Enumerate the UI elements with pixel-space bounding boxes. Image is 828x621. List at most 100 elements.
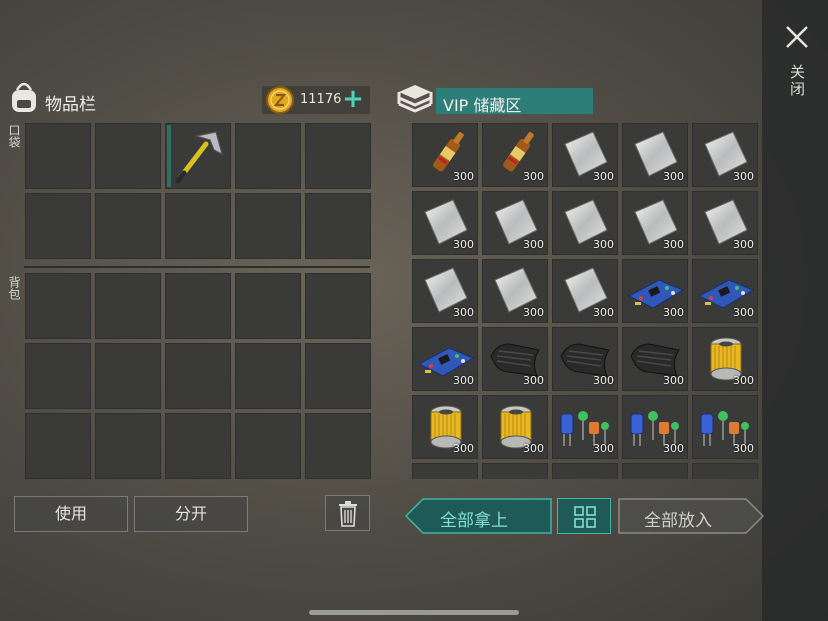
item-count: 300 — [593, 170, 614, 183]
pocket-slot[interactable] — [305, 123, 371, 189]
vip-slot[interactable]: 300 — [482, 123, 548, 187]
pocket-slot[interactable] — [235, 193, 301, 259]
vip-slot[interactable]: 300 — [552, 191, 618, 255]
backpack-slot[interactable] — [165, 413, 231, 479]
backpack-slot[interactable] — [25, 413, 91, 479]
backpack-slot[interactable] — [95, 413, 161, 479]
vip-slot[interactable]: 300 — [552, 395, 618, 459]
take-all-label[interactable]: 全部拿上 — [440, 506, 508, 531]
vip-slot[interactable]: 300 — [622, 327, 688, 391]
item-count: 300 — [663, 170, 684, 183]
pocket-slot[interactable] — [95, 123, 161, 189]
vip-slot[interactable]: 300 — [622, 259, 688, 323]
vip-slot[interactable]: 300 — [692, 123, 758, 187]
home-indicator — [309, 610, 519, 615]
vip-slot[interactable] — [622, 463, 688, 479]
vip-slot[interactable]: 300 — [482, 259, 548, 323]
item-count: 300 — [733, 238, 754, 251]
item-count: 300 — [593, 238, 614, 251]
item-count: 300 — [453, 238, 474, 251]
backpack-slot[interactable] — [165, 343, 231, 409]
sort-button[interactable] — [557, 498, 611, 534]
vip-slot[interactable] — [482, 463, 548, 479]
pocket-slot[interactable] — [25, 193, 91, 259]
item-count: 300 — [663, 306, 684, 319]
vip-slot[interactable]: 300 — [412, 395, 478, 459]
backpack-slot[interactable] — [25, 273, 91, 339]
item-count: 300 — [733, 306, 754, 319]
item-count: 300 — [523, 170, 544, 183]
backpack-icon — [12, 82, 36, 112]
backpack-slot[interactable] — [95, 343, 161, 409]
item-count: 300 — [663, 238, 684, 251]
backpack-slot[interactable] — [235, 343, 301, 409]
storage-stack-icon — [397, 85, 433, 113]
item-count: 300 — [593, 442, 614, 455]
vip-slot[interactable]: 300 — [692, 191, 758, 255]
item-count: 300 — [453, 306, 474, 319]
vip-slot[interactable]: 300 — [692, 259, 758, 323]
vip-slot[interactable] — [552, 463, 618, 479]
item-count: 300 — [453, 442, 474, 455]
vip-slot[interactable]: 300 — [482, 191, 548, 255]
pocket-grid — [25, 123, 371, 259]
vip-storage-title: VIP 储藏区 — [443, 96, 522, 115]
vip-slot[interactable]: 300 — [692, 395, 758, 459]
item-count: 300 — [523, 238, 544, 251]
pocket-slot[interactable] — [165, 123, 231, 189]
put-all-label[interactable]: 全部放入 — [644, 506, 712, 531]
item-count: 300 — [733, 170, 754, 183]
backpack-slot[interactable] — [95, 273, 161, 339]
vip-slot[interactable]: 300 — [412, 327, 478, 391]
pocket-slot[interactable] — [305, 193, 371, 259]
backpack-slot[interactable] — [25, 343, 91, 409]
vip-slot[interactable]: 300 — [552, 259, 618, 323]
pocket-slot[interactable] — [95, 193, 161, 259]
close-icon[interactable] — [782, 22, 812, 52]
backpack-slot[interactable] — [235, 273, 301, 339]
trash-button[interactable] — [325, 495, 370, 531]
vip-slot[interactable]: 300 — [622, 123, 688, 187]
use-button[interactable]: 使用 — [14, 496, 128, 532]
vip-slot[interactable] — [412, 463, 478, 479]
vip-slot[interactable]: 300 — [622, 191, 688, 255]
vip-storage-grid: 300 300 300 300 300 300 300 300 300 300 300 300 300 3… — [412, 123, 758, 479]
vip-slot[interactable]: 300 — [692, 327, 758, 391]
item-count: 300 — [523, 442, 544, 455]
item-count: 300 — [733, 374, 754, 387]
coin-icon — [266, 86, 294, 114]
add-coins-button[interactable]: + — [342, 86, 364, 112]
item-count: 300 — [593, 306, 614, 319]
item-count: 300 — [733, 442, 754, 455]
item-count: 300 — [523, 306, 544, 319]
backpack-slot[interactable] — [305, 273, 371, 339]
backpack-slot[interactable] — [305, 343, 371, 409]
vip-slot[interactable]: 300 — [552, 123, 618, 187]
backpack-grid — [25, 273, 371, 479]
section-divider — [24, 266, 370, 268]
pocket-slot[interactable] — [235, 123, 301, 189]
vip-slot[interactable] — [692, 463, 758, 479]
inventory-title: 物品栏 — [45, 95, 96, 115]
backpack-slot[interactable] — [235, 413, 301, 479]
backpack-slot[interactable] — [305, 413, 371, 479]
pocket-label: 口袋 — [7, 124, 21, 148]
pocket-slot[interactable] — [25, 123, 91, 189]
vip-slot[interactable]: 300 — [622, 395, 688, 459]
vip-slot[interactable]: 300 — [412, 123, 478, 187]
vip-slot[interactable]: 300 — [552, 327, 618, 391]
split-button[interactable]: 分开 — [134, 496, 248, 532]
item-count: 300 — [663, 374, 684, 387]
item-count: 300 — [453, 170, 474, 183]
backpack-slot[interactable] — [165, 273, 231, 339]
vip-slot[interactable]: 300 — [412, 191, 478, 255]
vip-slot[interactable]: 300 — [412, 259, 478, 323]
coin-amount: 11176 — [300, 92, 342, 107]
backpack-label: 背包 — [7, 276, 21, 300]
item-count: 300 — [663, 442, 684, 455]
vip-slot[interactable]: 300 — [482, 395, 548, 459]
close-label[interactable]: 关闭 — [786, 64, 806, 98]
item-count: 300 — [593, 374, 614, 387]
vip-slot[interactable]: 300 — [482, 327, 548, 391]
pocket-slot[interactable] — [165, 193, 231, 259]
